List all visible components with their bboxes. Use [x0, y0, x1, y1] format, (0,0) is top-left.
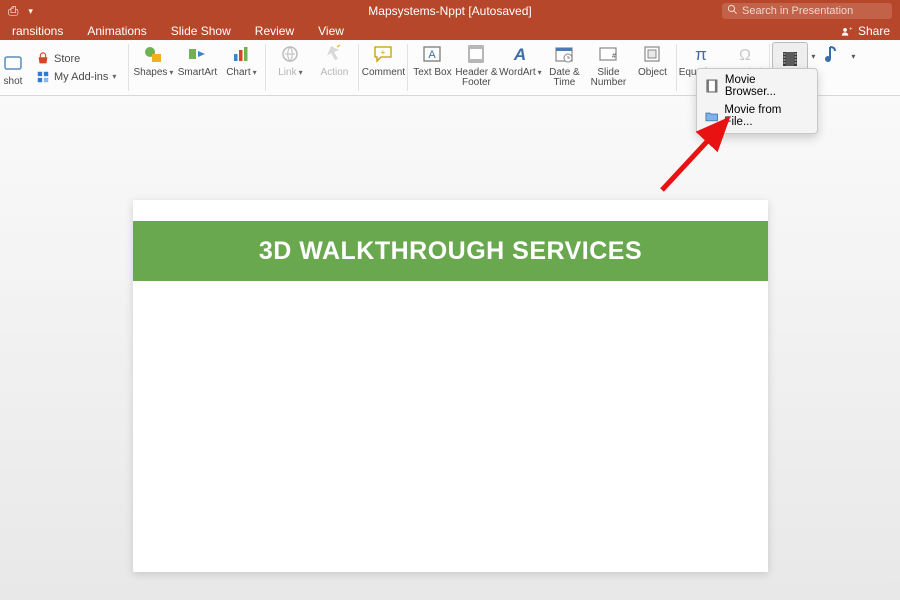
screenshot-icon: [2, 52, 24, 74]
equation-icon: π: [690, 43, 712, 65]
comment-icon: +: [372, 43, 394, 65]
link-icon: [279, 43, 301, 65]
chevron-down-icon: ▾: [112, 72, 116, 81]
audio-chevron-icon[interactable]: ▾: [848, 40, 858, 61]
object-button[interactable]: Object: [630, 40, 674, 78]
svg-text:+: +: [381, 48, 386, 57]
store-label: Store: [54, 53, 80, 65]
qat-chevron-icon[interactable]: ▾: [28, 6, 33, 17]
date-time-label: Date & Time: [542, 68, 586, 88]
date-time-button[interactable]: Date & Time: [542, 40, 586, 88]
svg-text:+: +: [849, 26, 853, 32]
tab-view[interactable]: View: [306, 22, 356, 40]
window-title: Mapsystems-Nppt [Autosaved]: [368, 4, 531, 18]
svg-text:#: #: [612, 53, 616, 60]
store-button[interactable]: Store: [32, 50, 84, 68]
action-label: Action: [321, 68, 349, 78]
tab-animations[interactable]: Animations: [75, 22, 158, 40]
slide-title: 3D WALKTHROUGH SERVICES: [259, 237, 642, 266]
movie-from-file-label: Movie from File...: [724, 104, 809, 128]
tab-slideshow[interactable]: Slide Show: [159, 22, 243, 40]
svg-text:π: π: [696, 45, 708, 64]
shapes-button[interactable]: Shapes: [131, 40, 175, 78]
my-addins-button[interactable]: My Add-ins ▾: [32, 68, 120, 86]
video-chevron-icon[interactable]: ▾: [808, 40, 818, 61]
symbol-icon: Ω: [734, 43, 756, 65]
film-icon: [705, 79, 719, 93]
shapes-icon: [142, 43, 164, 65]
audio-button[interactable]: [818, 40, 848, 65]
link-label: Link: [278, 68, 302, 78]
folder-icon: [705, 109, 718, 123]
slide-title-band: 3D WALKTHROUGH SERVICES: [133, 221, 768, 281]
comment-button[interactable]: + Comment: [361, 40, 405, 95]
slide-number-label: Slide Number: [586, 68, 630, 88]
movie-browser-item[interactable]: Movie Browser...: [697, 71, 817, 101]
object-label: Object: [638, 68, 667, 78]
wordart-button[interactable]: A WordArt: [498, 40, 542, 78]
textbox-button[interactable]: A Text Box: [410, 40, 454, 88]
audio-icon: [822, 43, 844, 65]
object-icon: [641, 43, 663, 65]
textbox-icon: A: [421, 43, 443, 65]
comment-label: Comment: [362, 68, 405, 78]
link-button[interactable]: Link: [268, 40, 312, 78]
movie-from-file-item[interactable]: Movie from File...: [697, 101, 817, 131]
share-icon: +: [841, 25, 854, 38]
chart-icon: [230, 43, 252, 65]
share-label: Share: [858, 24, 890, 38]
smartart-icon: [186, 43, 208, 65]
chart-label: Chart: [226, 68, 256, 78]
wordart-label: WordArt: [499, 68, 542, 78]
header-footer-label: Header & Footer: [454, 68, 498, 88]
addins-icon: [36, 70, 50, 84]
tab-review[interactable]: Review: [243, 22, 306, 40]
tab-transitions[interactable]: ransitions: [0, 22, 75, 40]
video-dropdown: Movie Browser... Movie from File...: [696, 68, 818, 134]
svg-text:Ω: Ω: [739, 47, 751, 64]
search-icon: [727, 4, 738, 18]
shapes-label: Shapes: [133, 68, 173, 78]
smartart-button[interactable]: SmartArt: [175, 40, 219, 78]
addins-label: My Add-ins: [54, 71, 108, 83]
slide-number-icon: #: [597, 43, 619, 65]
smartart-label: SmartArt: [178, 68, 217, 78]
slide-number-button[interactable]: # Slide Number: [586, 40, 630, 88]
share-button[interactable]: + Share: [841, 24, 900, 38]
screenshot-label: shot: [4, 77, 23, 87]
svg-text:A: A: [429, 49, 437, 61]
movie-browser-label: Movie Browser...: [725, 74, 809, 98]
slide-canvas[interactable]: 3D WALKTHROUGH SERVICES: [133, 200, 768, 572]
chart-button[interactable]: Chart: [219, 40, 263, 78]
date-time-icon: [553, 43, 575, 65]
header-footer-button[interactable]: Header & Footer: [454, 40, 498, 88]
search-placeholder: Search in Presentation: [742, 5, 853, 17]
action-icon: [323, 43, 345, 65]
wordart-icon: A: [509, 43, 531, 65]
screenshot-button[interactable]: shot: [0, 49, 26, 87]
header-footer-icon: [465, 43, 487, 65]
action-button[interactable]: Action: [312, 40, 356, 78]
svg-text:A: A: [513, 45, 526, 64]
store-icon: [36, 52, 50, 66]
print-icon[interactable]: ⎙: [8, 3, 18, 19]
textbox-label: Text Box: [413, 68, 451, 88]
search-input[interactable]: Search in Presentation: [722, 3, 892, 19]
